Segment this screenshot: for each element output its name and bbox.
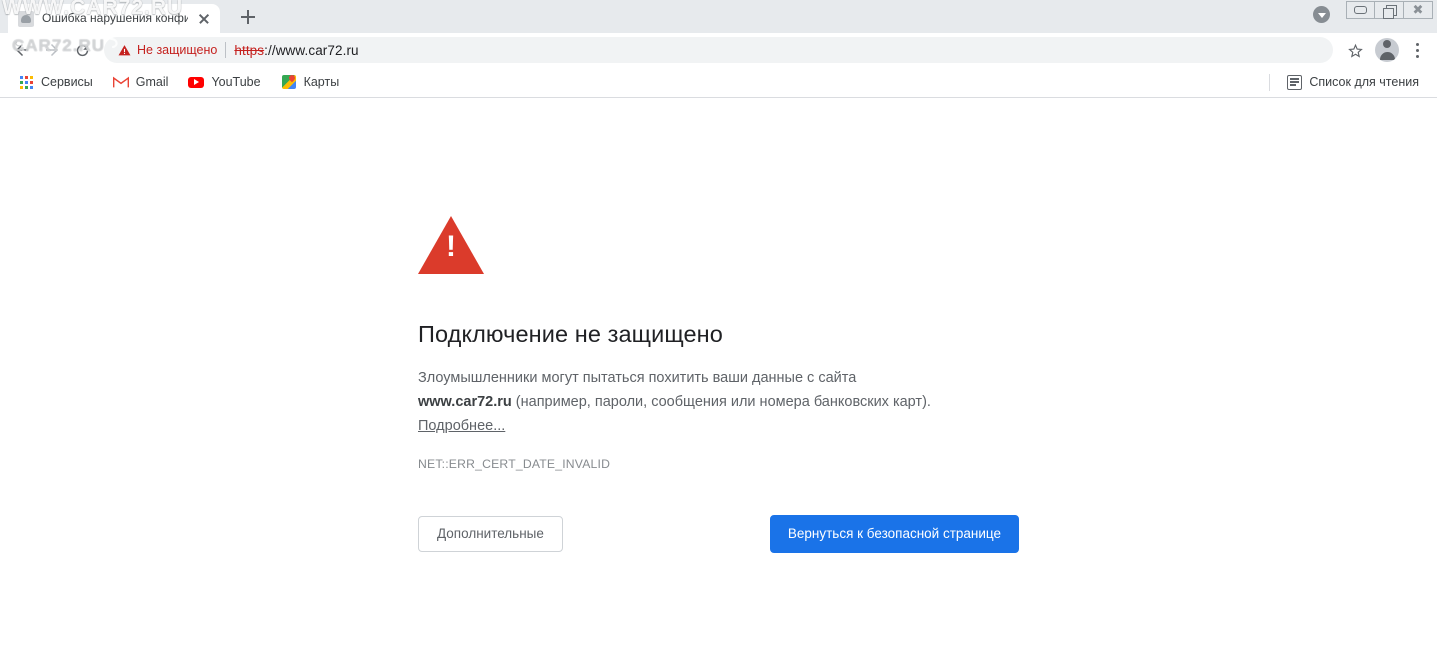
omnibox-divider	[225, 42, 227, 58]
maximize-square-front	[1383, 8, 1394, 19]
ssl-interstitial: Подключение не защищено Злоумышленники м…	[418, 98, 1038, 553]
bookmark-item-maps[interactable]: Карты	[273, 71, 348, 93]
url-scheme: https	[234, 42, 265, 58]
red-warning-triangle-icon	[418, 216, 484, 274]
warning-triangle-icon	[118, 44, 131, 55]
chevron-down-icon[interactable]	[1313, 6, 1330, 23]
maps-icon	[281, 74, 297, 90]
avatar	[1375, 38, 1399, 62]
bookmark-star-icon[interactable]	[1341, 36, 1369, 64]
minimize-button[interactable]	[1346, 1, 1375, 19]
new-tab-button[interactable]	[234, 3, 262, 31]
address-bar[interactable]: Не защищено https://www.car72.ru	[104, 37, 1333, 63]
body-suffix: (например, пароли, сообщения или номера …	[511, 394, 931, 411]
reading-list-glyph	[1286, 74, 1302, 90]
youtube-play-glyph	[188, 76, 205, 88]
avatar-head	[1383, 40, 1391, 48]
body-host: www.car72.ru	[418, 394, 512, 411]
tab-active[interactable]: Ошибка нарушения конфиденц	[8, 4, 220, 33]
bookmarks-bar: Сервисы Gmail YouTube Карты Список для ч…	[0, 67, 1437, 98]
learn-more-link[interactable]: Подробнее...	[418, 418, 505, 434]
gmail-icon	[112, 74, 129, 90]
window-controls: ✖	[1346, 1, 1433, 19]
forward-button[interactable]	[38, 36, 66, 64]
maps-pin-glyph	[281, 75, 296, 89]
more-menu-icon[interactable]	[1405, 37, 1429, 63]
reading-list-icon	[1286, 74, 1302, 90]
bookmark-label: Gmail	[135, 75, 169, 89]
page-content: Подключение не защищено Злоумышленники м…	[0, 98, 1437, 659]
security-indicator[interactable]: Не защищено	[118, 43, 217, 57]
avatar-body	[1379, 52, 1395, 60]
dot	[1415, 48, 1419, 52]
favicon-icon	[18, 10, 34, 27]
divider	[1269, 73, 1271, 91]
apps-grid-dots	[19, 75, 33, 89]
apps-grid-icon	[18, 74, 34, 90]
close-window-button[interactable]: ✖	[1404, 1, 1433, 19]
error-code: NET::ERR_CERT_DATE_INVALID	[418, 457, 611, 472]
bookmark-item-youtube[interactable]: YouTube	[180, 71, 268, 93]
action-buttons: Дополнительные Вернуться к безопасной ст…	[418, 515, 1019, 553]
bookmarks-bar-right: Список для чтения	[1269, 71, 1427, 93]
dot	[1415, 42, 1419, 46]
url-rest: ://www.car72.ru	[264, 42, 359, 58]
security-label: Не защищено	[137, 43, 218, 57]
youtube-icon	[188, 74, 205, 90]
bookmark-label: Сервисы	[41, 75, 93, 89]
close-icon[interactable]	[196, 11, 212, 27]
toolbar-right-actions	[1341, 36, 1429, 64]
back-button[interactable]	[8, 36, 36, 64]
browser-window: Ошибка нарушения конфиденц ✖	[0, 0, 1437, 660]
reading-list-button[interactable]: Список для чтения	[1278, 71, 1427, 93]
bookmark-label: Карты	[303, 75, 340, 89]
tab-strip: Ошибка нарушения конфиденц ✖	[0, 0, 1437, 33]
advanced-button[interactable]: Дополнительные	[418, 516, 563, 552]
back-to-safety-button[interactable]: Вернуться к безопасной странице	[769, 515, 1019, 553]
tab-title: Ошибка нарушения конфиденц	[42, 11, 188, 25]
body-prefix: Злоумышленники могут пытаться похитить в…	[418, 370, 857, 387]
browser-toolbar: Не защищено https://www.car72.ru	[0, 33, 1437, 67]
profile-avatar[interactable]	[1373, 36, 1401, 64]
avatar-glyph	[1375, 38, 1399, 62]
reading-list-label: Список для чтения	[1309, 75, 1419, 89]
dot	[1415, 54, 1419, 58]
bookmark-item-services[interactable]: Сервисы	[10, 71, 101, 93]
maximize-button[interactable]	[1375, 1, 1404, 19]
url-text: https://www.car72.ru	[234, 43, 358, 58]
bookmark-label: YouTube	[211, 75, 261, 89]
reload-button[interactable]	[68, 36, 96, 64]
warning-description: Злоумышленники могут пытаться похитить в…	[418, 366, 938, 438]
bookmark-item-gmail[interactable]: Gmail	[105, 71, 177, 93]
page-title: Подключение не защищено	[418, 321, 723, 347]
close-x-icon: ✖	[1412, 2, 1424, 18]
